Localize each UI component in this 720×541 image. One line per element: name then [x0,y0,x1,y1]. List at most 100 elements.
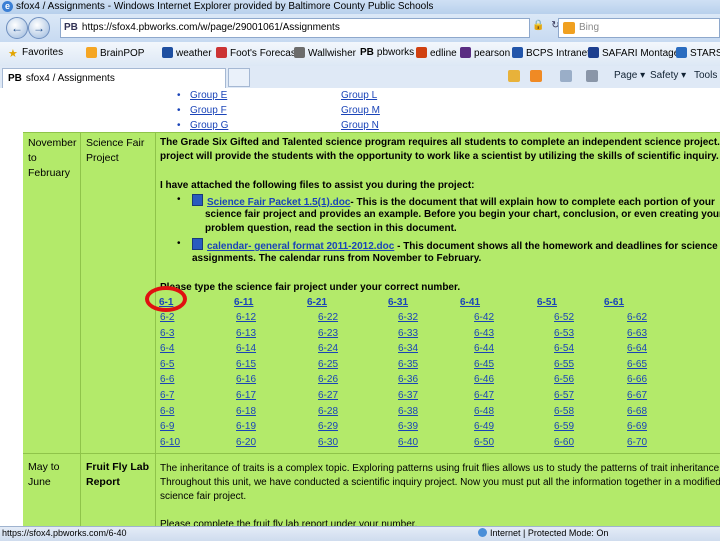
student-number-link[interactable]: 6-60 [554,437,574,448]
student-number-link[interactable]: 6-47 [474,390,494,401]
student-number-link[interactable]: 6-29 [318,421,338,432]
favorite-bcps-intranet[interactable]: BCPS Intranet [512,47,590,59]
student-number-link[interactable]: 6-64 [627,343,647,354]
student-number-link[interactable]: 6-66 [627,374,647,385]
student-number-link[interactable]: 6-3 [160,328,174,339]
file1-link[interactable]: Science Fair Packet 1.5(1).doc [207,197,350,208]
page-menu[interactable]: Page ▾ [614,70,645,81]
student-number-link[interactable]: 6-46 [474,374,494,385]
favorite-safari-montage[interactable]: SAFARI Montage [588,47,679,59]
student-number-link[interactable]: 6-58 [554,406,574,417]
student-number-link[interactable]: 6-37 [398,390,418,401]
student-number-link[interactable]: 6-11 [234,297,253,308]
favorite-wallwisher[interactable]: Wallwisher [294,47,356,59]
student-number-link[interactable]: 6-17 [236,390,256,401]
favorite-stars[interactable]: STARS L [676,47,720,59]
student-number-link[interactable]: 6-63 [627,328,647,339]
student-number-link[interactable]: 6-19 [236,421,256,432]
student-number-link[interactable]: 6-15 [236,359,256,370]
student-number-link[interactable]: 6-42 [474,312,494,323]
student-number-link[interactable]: 6-1 [159,297,173,308]
student-number-link[interactable]: 6-41 [460,297,480,308]
student-number-link[interactable]: 6-39 [398,421,418,432]
student-number-link[interactable]: 6-35 [398,359,418,370]
student-number-link[interactable]: 6-40 [398,437,418,448]
favorite-edline[interactable]: edline [416,47,457,59]
student-number-link[interactable]: 6-54 [554,343,574,354]
favorite-foots-forecast[interactable]: Foot's Forecast [216,47,299,59]
group-link[interactable]: Group L [341,90,377,101]
student-number-link[interactable]: 6-53 [554,328,574,339]
home-button[interactable] [508,70,520,83]
student-number-link[interactable]: 6-49 [474,421,494,432]
student-number-link[interactable]: 6-31 [388,297,408,308]
favorite-pearson[interactable]: pearson [460,47,510,59]
tab-assignments[interactable]: PB sfox4 / Assignments [2,68,226,88]
student-number-link[interactable]: 6-48 [474,406,494,417]
student-number-link[interactable]: 6-25 [318,359,338,370]
student-number-link[interactable]: 6-56 [554,374,574,385]
student-number-link[interactable]: 6-10 [160,437,180,448]
student-number-link[interactable]: 6-23 [318,328,338,339]
student-number-link[interactable]: 6-61 [604,297,624,308]
student-number-link[interactable]: 6-57 [554,390,574,401]
student-number-link[interactable]: 6-20 [236,437,256,448]
forward-button[interactable]: → [28,17,50,39]
tools-menu[interactable]: Tools [694,70,717,81]
student-number-link[interactable]: 6-30 [318,437,338,448]
student-number-link[interactable]: 6-68 [627,406,647,417]
student-number-link[interactable]: 6-43 [474,328,494,339]
student-number-link[interactable]: 6-45 [474,359,494,370]
student-number-link[interactable]: 6-33 [398,328,418,339]
favorite-weather[interactable]: weather [162,47,212,59]
student-number-link[interactable]: 6-52 [554,312,574,323]
print-button[interactable] [586,70,598,83]
student-number-link[interactable]: 6-7 [160,390,174,401]
group-link[interactable]: Group E [190,90,227,101]
security-zone[interactable]: Internet | Protected Mode: On [478,528,608,538]
student-number-link[interactable]: 6-55 [554,359,574,370]
student-number-link[interactable]: 6-16 [236,374,256,385]
mail-button[interactable] [560,70,572,83]
student-number-link[interactable]: 6-22 [318,312,338,323]
student-number-link[interactable]: 6-26 [318,374,338,385]
student-number-link[interactable]: 6-51 [537,297,557,308]
student-number-link[interactable]: 6-59 [554,421,574,432]
student-number-link[interactable]: 6-36 [398,374,418,385]
student-number-link[interactable]: 6-24 [318,343,338,354]
student-number-link[interactable]: 6-32 [398,312,418,323]
favorites-button[interactable]: ★ Favorites [8,47,63,60]
student-number-link[interactable]: 6-4 [160,343,174,354]
favorite-brainpop[interactable]: BrainPOP [86,47,144,59]
group-link[interactable]: Group F [190,105,227,116]
student-number-link[interactable]: 6-6 [160,374,174,385]
group-link[interactable]: Group G [190,120,228,131]
favorite-pbworks[interactable]: PB pbworks [360,47,414,58]
back-button[interactable]: ← [6,17,28,39]
student-number-link[interactable]: 6-18 [236,406,256,417]
student-number-link[interactable]: 6-13 [236,328,256,339]
student-number-link[interactable]: 6-69 [627,421,647,432]
group-link[interactable]: Group M [341,105,380,116]
student-number-link[interactable]: 6-14 [236,343,256,354]
student-number-link[interactable]: 6-21 [307,297,327,308]
student-number-link[interactable]: 6-34 [398,343,418,354]
student-number-link[interactable]: 6-9 [160,421,174,432]
student-number-link[interactable]: 6-65 [627,359,647,370]
student-number-link[interactable]: 6-50 [474,437,494,448]
search-input[interactable]: Bing [558,18,720,38]
student-number-link[interactable]: 6-38 [398,406,418,417]
file2-link[interactable]: calendar- general format 2011-2012.doc [207,241,394,252]
student-number-link[interactable]: 6-2 [160,312,174,323]
group-link[interactable]: Group N [341,120,379,131]
student-number-link[interactable]: 6-5 [160,359,174,370]
feeds-button[interactable] [530,70,542,83]
student-number-link[interactable]: 6-67 [627,390,647,401]
student-number-link[interactable]: 6-27 [318,390,338,401]
student-number-link[interactable]: 6-44 [474,343,494,354]
student-number-link[interactable]: 6-28 [318,406,338,417]
student-number-link[interactable]: 6-62 [627,312,647,323]
student-number-link[interactable]: 6-70 [627,437,647,448]
new-tab-button[interactable] [228,68,250,87]
address-bar[interactable]: PB https://sfox4.pbworks.com/w/page/29001… [60,18,530,38]
